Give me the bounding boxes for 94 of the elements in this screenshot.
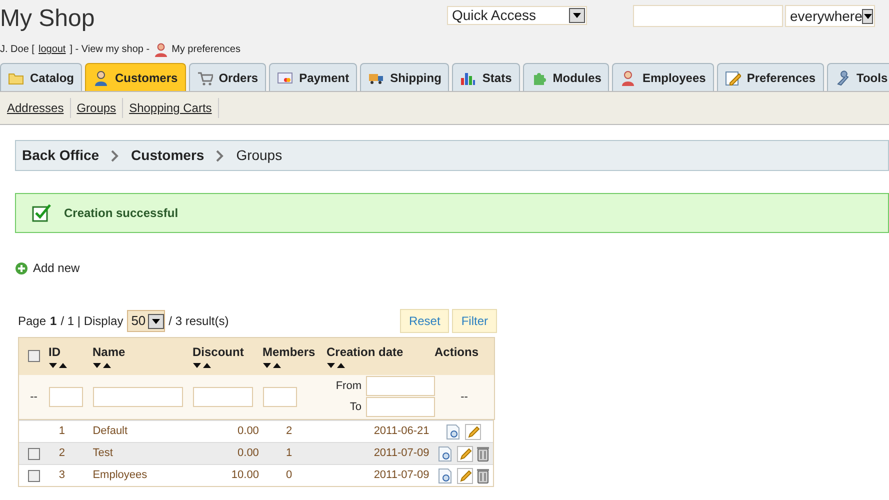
nav-tab[interactable]: Shipping xyxy=(360,63,450,91)
placeholder-dash: -- xyxy=(460,390,468,402)
table-cell: 1 xyxy=(58,425,65,438)
view-icon[interactable] xyxy=(437,468,454,484)
result-count-text: / 3 result(s) xyxy=(168,313,229,330)
per-page-dropdown[interactable]: 50 xyxy=(127,310,165,332)
table-cell: 2 xyxy=(58,447,65,460)
quick-access-dropdown[interactable]: Quick Access xyxy=(447,6,587,25)
nav-tab[interactable]: Employees xyxy=(612,63,714,91)
table-cell: Employees xyxy=(92,469,148,482)
table-cell: Test xyxy=(92,447,113,460)
wrench-icon xyxy=(834,70,851,86)
nav-tab[interactable]: Preferences xyxy=(716,63,824,91)
add-icon xyxy=(15,262,28,274)
nav-tab[interactable]: Payment xyxy=(269,63,358,91)
edit-icon[interactable] xyxy=(457,468,474,484)
table-cell: 2011-07-09 xyxy=(374,469,430,482)
table-cell: 1 xyxy=(286,447,292,460)
subtab-link[interactable]: Groups xyxy=(74,98,124,118)
from-label: From xyxy=(336,379,362,394)
table-cell: 3 xyxy=(58,469,65,482)
to-label: To xyxy=(350,400,362,415)
person-icon xyxy=(93,70,110,86)
placeholder-dash: -- xyxy=(30,390,38,402)
caret-icon xyxy=(573,13,581,18)
sort-arrows-icon[interactable] xyxy=(326,363,346,369)
filter-button[interactable]: Reset xyxy=(400,309,450,333)
sort-arrows-icon[interactable] xyxy=(48,363,68,369)
nav-tab[interactable]: Orders xyxy=(188,63,266,91)
table-cell: 2011-07-09 xyxy=(374,447,430,460)
nav-tab[interactable]: Modules xyxy=(522,63,610,91)
filter-input[interactable] xyxy=(192,386,252,407)
search-field[interactable] xyxy=(633,5,783,27)
subtab-link[interactable]: Addresses xyxy=(4,98,71,118)
checkbox[interactable] xyxy=(28,350,40,362)
edit-icon[interactable] xyxy=(457,446,474,462)
breadcrumb-item[interactable]: Customers xyxy=(131,145,204,166)
subtab-link[interactable]: Shopping Carts xyxy=(126,98,219,118)
page-number: 1 xyxy=(50,313,57,330)
checkbox[interactable] xyxy=(28,448,40,460)
chevron-icon xyxy=(111,150,120,162)
filter-input[interactable] xyxy=(262,386,296,407)
caret-icon xyxy=(864,14,872,18)
breadcrumb-item[interactable]: Back Office xyxy=(22,145,100,166)
person-icon xyxy=(154,42,168,56)
column-header: Discount xyxy=(192,344,245,361)
column-header: ID xyxy=(48,344,62,361)
page-total-text: / 1 | Display xyxy=(60,313,124,330)
table-cell: 0.00 xyxy=(238,447,259,460)
view-icon[interactable] xyxy=(437,446,454,462)
nav-tab[interactable]: Catalog xyxy=(0,63,82,91)
pencil-paper-icon xyxy=(724,70,741,86)
table-cell: 0.00 xyxy=(238,425,259,438)
logout-link[interactable]: logout xyxy=(38,42,66,57)
nav-tab[interactable]: Customers xyxy=(85,63,186,91)
message-text: Creation successful xyxy=(64,205,178,222)
table-cell: 0 xyxy=(286,469,292,482)
card-icon xyxy=(277,70,294,86)
shop-title: My Shop xyxy=(0,4,95,34)
nav-tab[interactable]: Stats xyxy=(452,63,520,91)
table-cell: 2 xyxy=(286,425,292,438)
filter-input[interactable] xyxy=(366,376,434,396)
table-cell: 10.00 xyxy=(231,469,259,482)
trash-icon[interactable] xyxy=(477,468,490,484)
preferences-link[interactable]: My preferences xyxy=(172,42,240,57)
table-cell: 2011-06-21 xyxy=(374,425,430,438)
sort-arrows-icon[interactable] xyxy=(262,363,282,369)
column-header: Members xyxy=(262,344,316,361)
filter-input[interactable] xyxy=(48,386,82,407)
checkmark-icon xyxy=(32,204,52,222)
person-icon xyxy=(620,70,636,86)
filter-button[interactable]: Filter xyxy=(452,309,497,333)
filter-input[interactable] xyxy=(92,386,182,407)
chevron-icon xyxy=(216,150,224,162)
search-scope-dropdown[interactable]: everywhere xyxy=(785,5,875,27)
user-name-text: J. Doe [ xyxy=(0,43,34,57)
column-header: Actions xyxy=(434,344,480,361)
add-new-link[interactable]: Add new xyxy=(33,259,80,277)
column-header: Name xyxy=(92,344,126,361)
cart-icon xyxy=(196,70,213,86)
filter-input[interactable] xyxy=(366,397,434,418)
view-shop-text: ] - View my shop - xyxy=(70,43,150,57)
breadcrumb-item: Groups xyxy=(236,146,282,165)
checkbox[interactable] xyxy=(28,470,40,482)
trash-icon[interactable] xyxy=(477,446,490,462)
nav-tab[interactable]: Tools xyxy=(826,63,889,91)
sort-arrows-icon[interactable] xyxy=(192,363,212,369)
view-icon[interactable] xyxy=(445,424,462,440)
edit-icon[interactable] xyxy=(465,424,482,440)
page-label: Page xyxy=(18,313,46,330)
sort-arrows-icon[interactable] xyxy=(92,363,112,369)
column-header: Creation date xyxy=(326,344,404,361)
caret-icon xyxy=(152,318,160,324)
table-cell: Default xyxy=(92,425,128,438)
